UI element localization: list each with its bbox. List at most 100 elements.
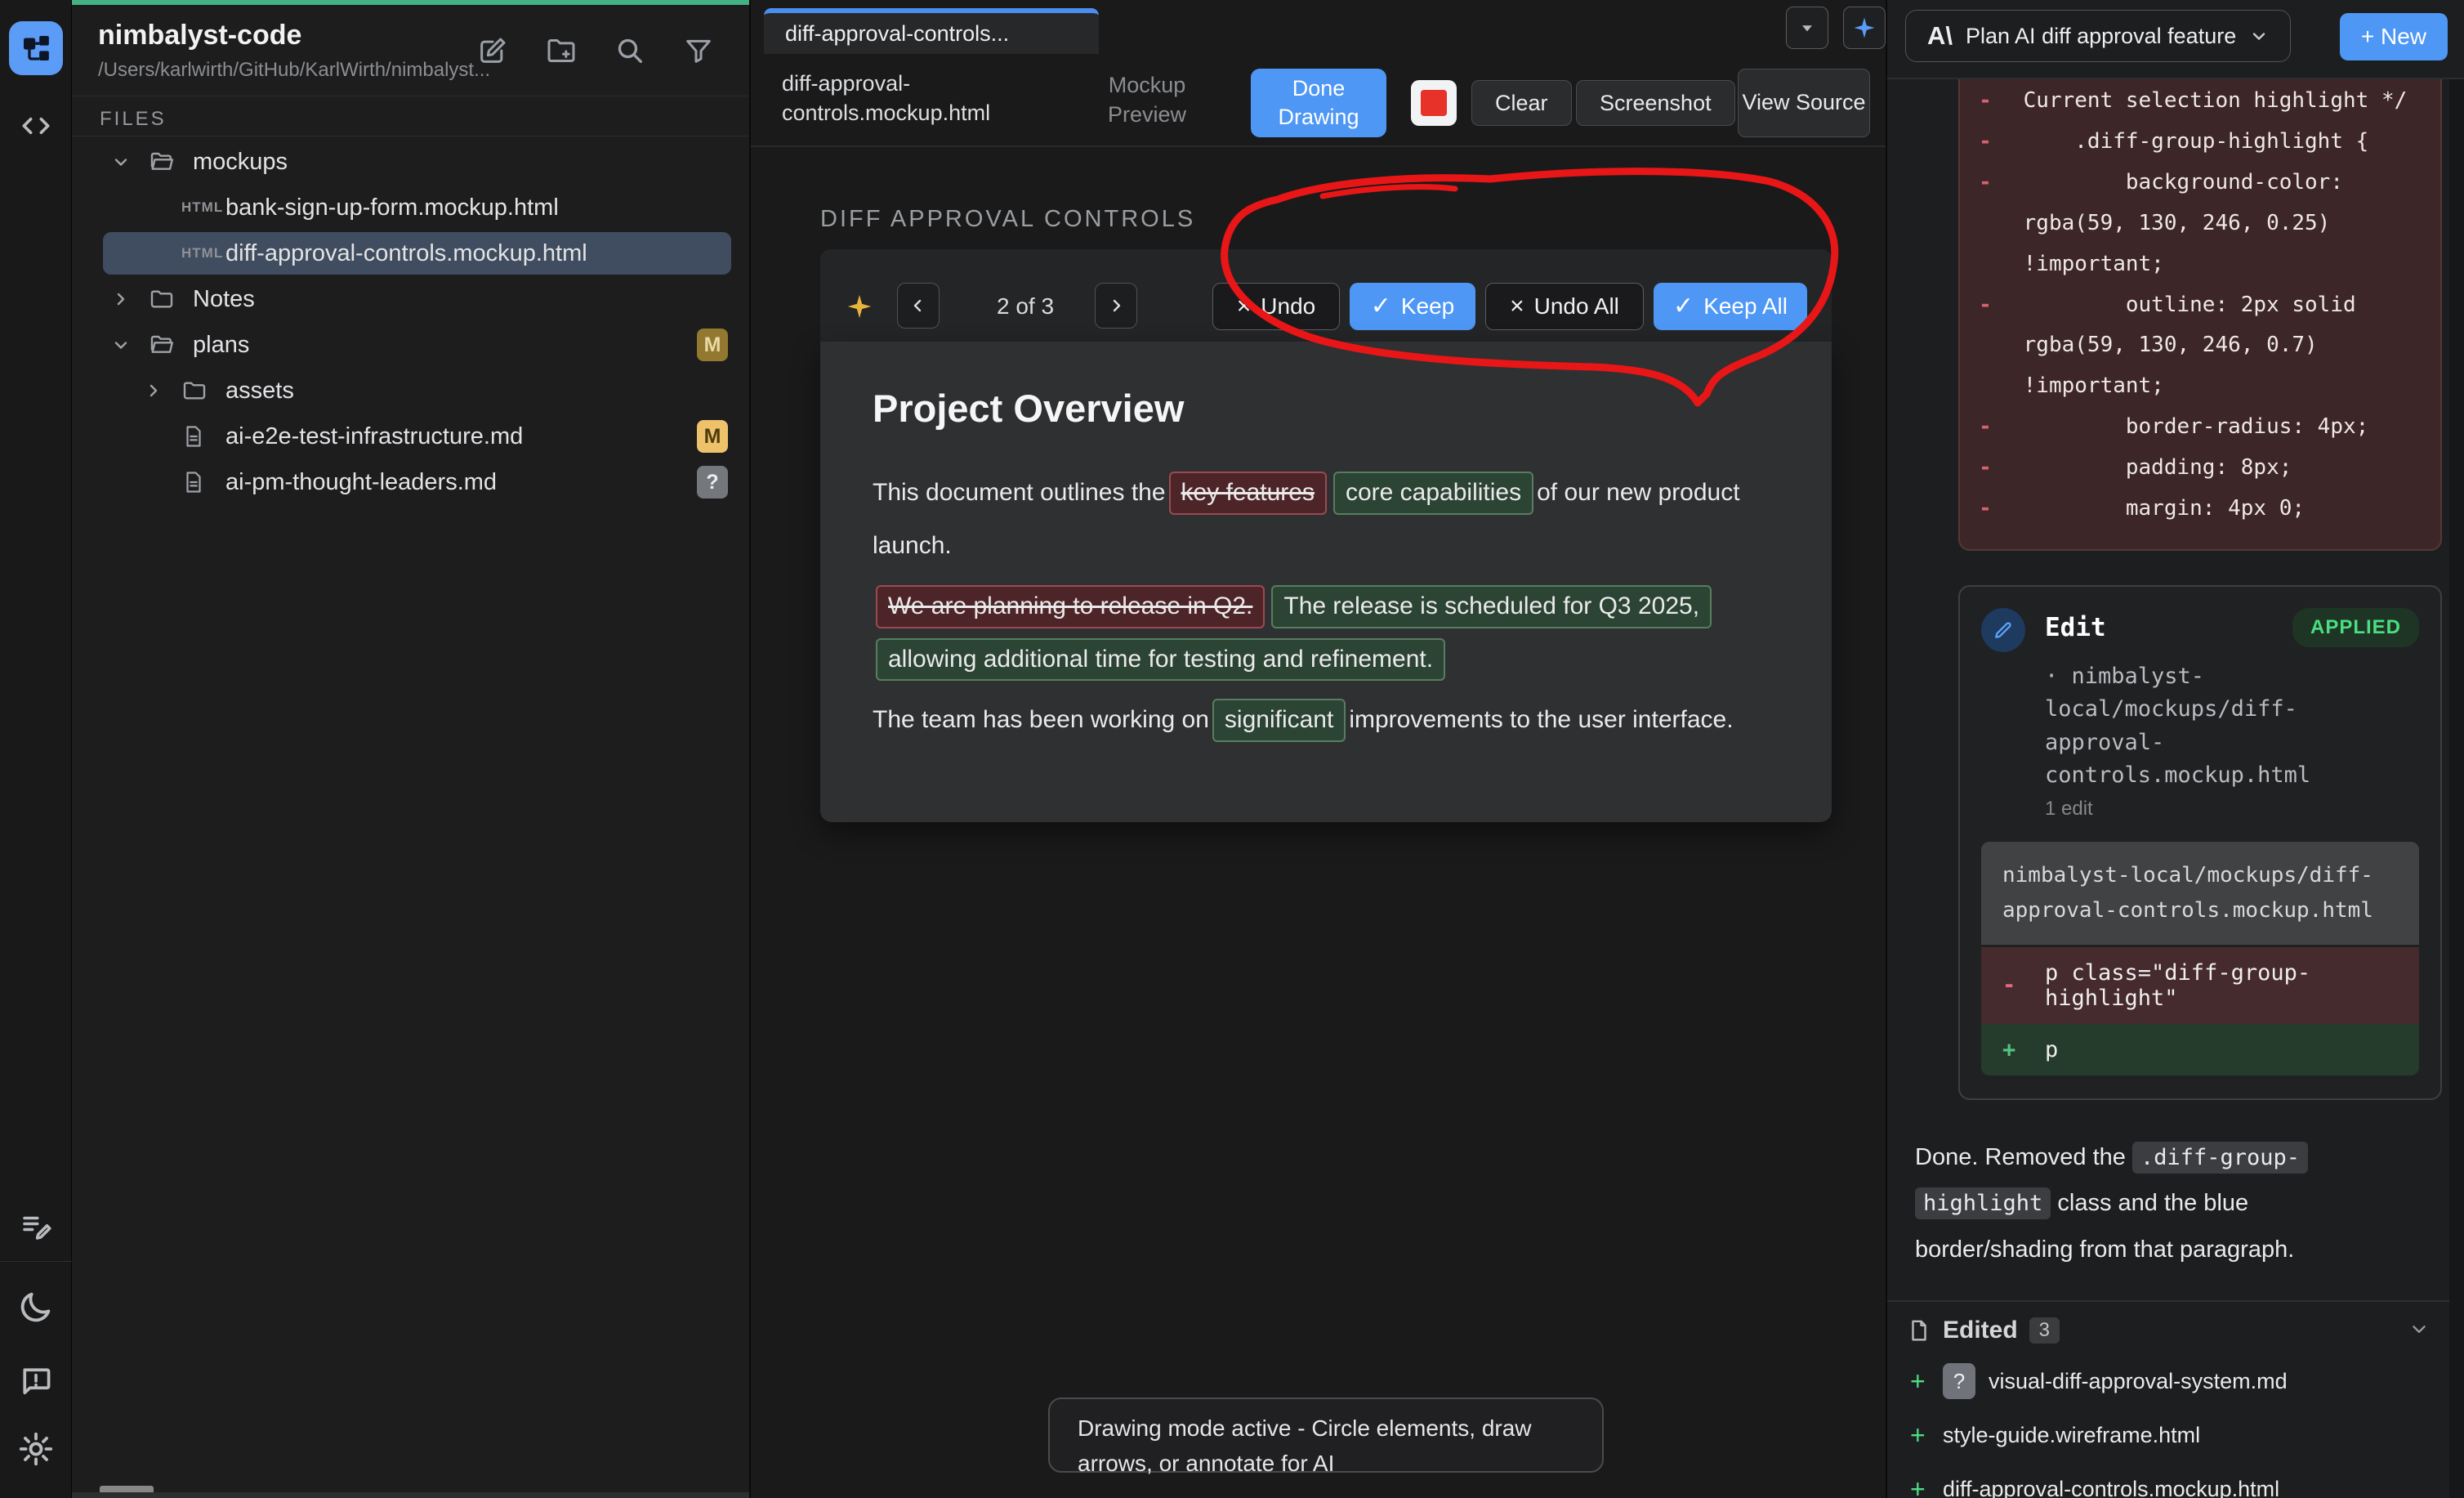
edit-pencil-icon	[1981, 608, 2025, 652]
removed-line-marker: -	[1960, 448, 2011, 489]
prev-diff-button[interactable]	[897, 283, 940, 329]
check-icon: ✓	[1371, 294, 1391, 319]
code-text: padding: 8px;	[2011, 448, 2292, 489]
inserted-text-chip: significant	[1212, 699, 1346, 742]
code-line: !important;	[1960, 244, 2440, 285]
new-folder-icon[interactable]	[543, 33, 579, 69]
edited-file-style-guide.wireframe.html[interactable]: +style-guide.wireframe.html	[1887, 1408, 2451, 1462]
code-line: - padding: 8px;	[1960, 448, 2440, 489]
drawing-color-swatch[interactable]	[1411, 80, 1457, 126]
html-icon: HTML	[181, 245, 224, 262]
code-text: outline: 2px solid	[2011, 285, 2356, 326]
folder-icon	[181, 378, 224, 404]
code-line: !important;	[1960, 366, 2440, 407]
deleted-text-chip: key features	[1169, 472, 1327, 515]
chat-scroll-area[interactable]: - Current selection highlight */- .diff-…	[1887, 79, 2451, 1498]
code-line: - margin: 4px 0;	[1960, 489, 2440, 530]
code-line: - Current selection highlight */	[1960, 81, 2440, 122]
session-selector[interactable]: A\ Plan AI diff approval feature	[1905, 10, 2291, 62]
done-drawing-button[interactable]: Done Drawing	[1251, 69, 1386, 137]
new-session-button[interactable]: + New	[2340, 13, 2448, 60]
code-line: - border-radius: 4px;	[1960, 407, 2440, 448]
keep-button[interactable]: ✓Keep	[1350, 283, 1475, 330]
document-paragraph: We are planning to release in Q2.The rel…	[873, 580, 1796, 686]
removed-line-marker: -	[1960, 163, 2011, 203]
edited-doc-icon	[1907, 1318, 1931, 1343]
tree-item-plans[interactable]: plansM	[72, 322, 749, 368]
app-logo-icon[interactable]	[9, 21, 63, 75]
project-path: /Users/karlwirth/GitHub/KarlWirth/nimbal…	[98, 59, 490, 82]
chevron-right-icon[interactable]	[144, 381, 181, 400]
notes-edit-icon[interactable]	[0, 1210, 72, 1244]
keep-all-button[interactable]: ✓ Keep All	[1654, 283, 1807, 330]
chevron-down-icon[interactable]	[2408, 1318, 2430, 1344]
code-icon[interactable]	[0, 108, 72, 144]
view-source-button[interactable]: View Source	[1738, 69, 1870, 137]
edit-file-header[interactable]: nimbalyst-local/mockups/diff-approval-co…	[1981, 842, 2419, 945]
left-icon-rail	[0, 0, 72, 1498]
tree-item-Notes[interactable]: Notes	[72, 276, 749, 322]
chevron-down-icon[interactable]	[111, 152, 149, 172]
git-status-badge: M	[697, 329, 728, 361]
sparkle-icon	[840, 283, 879, 330]
undo-all-button[interactable]: ×Undo All	[1485, 283, 1644, 330]
x-icon: ×	[1510, 294, 1524, 319]
edited-file-visual-diff-approval-system.md[interactable]: +?visual-diff-approval-system.md	[1887, 1354, 2451, 1408]
html-file-icon: HTML	[181, 245, 223, 262]
chevron-down-icon[interactable]	[111, 335, 149, 355]
removed-line-marker: -	[1960, 407, 2011, 448]
inserted-text-chip: allowing additional time for testing and…	[876, 638, 1445, 682]
edited-header[interactable]: Edited 3	[1887, 1302, 2451, 1354]
mode-label: Mockup Preview	[1078, 70, 1216, 130]
document-heading: Project Overview	[873, 386, 1779, 431]
html-file-icon: HTML	[181, 199, 223, 216]
edit-card-title: Edit	[2045, 613, 2106, 642]
tree-item-bank-sign-up-form.mockup.html[interactable]: HTMLbank-sign-up-form.mockup.html	[72, 185, 749, 230]
screenshot-button[interactable]: Screenshot	[1576, 80, 1735, 126]
tree-item-mockups[interactable]: mockups	[72, 139, 749, 185]
settings-gear-icon[interactable]	[0, 1430, 72, 1468]
dark-mode-moon-icon[interactable]	[0, 1288, 72, 1326]
clear-button[interactable]: Clear	[1471, 80, 1572, 126]
diff-row-text: p class="diff-group-highlight"	[2045, 960, 2398, 1011]
diff-button-label: Undo	[1261, 293, 1315, 320]
chevron-down-icon	[2249, 26, 2269, 46]
line-marker-slot	[1960, 325, 2011, 366]
diff-button-label: Keep All	[1703, 293, 1788, 320]
edit-tool-card[interactable]: Edit APPLIED · nimbalyst-local/mockups/d…	[1958, 585, 2442, 1100]
search-icon[interactable]	[612, 33, 648, 69]
chevron-right-icon[interactable]	[111, 289, 149, 309]
inserted-text-chip: The release is scheduled for Q3 2025,	[1271, 585, 1712, 628]
code-text: .diff-group-highlight {	[2011, 122, 2368, 163]
next-diff-button[interactable]	[1095, 283, 1137, 329]
html-icon: HTML	[181, 199, 224, 216]
toolbar-file-name: diff-approval-controls.mockup.html	[782, 69, 1035, 128]
session-title: Plan AI diff approval feature	[1966, 24, 2236, 49]
tab-dropdown-button[interactable]	[1786, 7, 1828, 49]
ai-sparkle-button[interactable]	[1843, 7, 1886, 49]
tree-item-label: assets	[225, 378, 294, 405]
doc-paragraphs: This document outlines thekey featuresco…	[873, 467, 1779, 747]
tree-item-diff-approval-controls.mockup.html[interactable]: HTMLdiff-approval-controls.mockup.html	[72, 230, 749, 276]
inline-code: .diff-group-highlight	[1915, 1142, 2308, 1220]
inserted-text-chip: core capabilities	[1333, 472, 1533, 515]
removed-line-marker: -	[1960, 81, 2011, 122]
feedback-chat-icon[interactable]	[0, 1363, 72, 1399]
tab-diff-approval-controls[interactable]: diff-approval-controls...	[764, 8, 1099, 54]
file-explorer-panel: nimbalyst-code /Users/karlwirth/GitHub/K…	[72, 0, 749, 1498]
edit-file-icon[interactable]	[475, 33, 511, 69]
edited-file-diff-approval-controls.mockup.html[interactable]: +diff-approval-controls.mockup.html	[1887, 1462, 2451, 1498]
edit-count: 1 edit	[2045, 798, 2419, 821]
diff-pager: 2 of 3	[964, 283, 1087, 330]
scrollbar-gutter[interactable]	[2449, 79, 2464, 1498]
removed-line-marker: -	[1960, 285, 2011, 326]
code-line: rgba(59, 130, 246, 0.25)	[1960, 203, 2440, 244]
filter-icon[interactable]	[681, 33, 716, 69]
tree-item-ai-e2e-test-infrastructure.md[interactable]: ai-e2e-test-infrastructure.mdM	[72, 414, 749, 459]
check-icon: ✓	[1673, 294, 1694, 319]
files-section-label: FILES	[100, 108, 167, 131]
undo-button[interactable]: ×Undo	[1212, 283, 1340, 330]
app-window: nimbalyst-code /Users/karlwirth/GitHub/K…	[0, 0, 2464, 1498]
tree-item-ai-pm-thought-leaders.md[interactable]: ai-pm-thought-leaders.md?	[72, 459, 749, 505]
tree-item-assets[interactable]: assets	[72, 368, 749, 414]
